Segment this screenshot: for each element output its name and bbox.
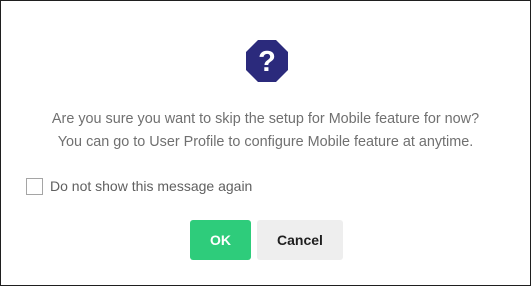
question-icon: ? xyxy=(245,39,289,83)
dont-show-again-option[interactable]: Do not show this message again xyxy=(26,177,252,195)
dont-show-again-checkbox[interactable] xyxy=(26,177,43,195)
ok-button[interactable]: OK xyxy=(190,220,251,260)
message-line-1: Are you sure you want to skip the setup … xyxy=(51,111,480,127)
dont-show-again-label[interactable]: Do not show this message again xyxy=(50,178,252,194)
question-glyph: ? xyxy=(258,46,276,78)
cancel-button[interactable]: Cancel xyxy=(257,220,343,260)
dialog-message: Are you sure you want to skip the setup … xyxy=(1,108,530,154)
confirm-skip-dialog: ? Are you sure you want to skip the setu… xyxy=(0,0,531,286)
message-line-2: You can go to User Profile to configure … xyxy=(57,134,474,150)
